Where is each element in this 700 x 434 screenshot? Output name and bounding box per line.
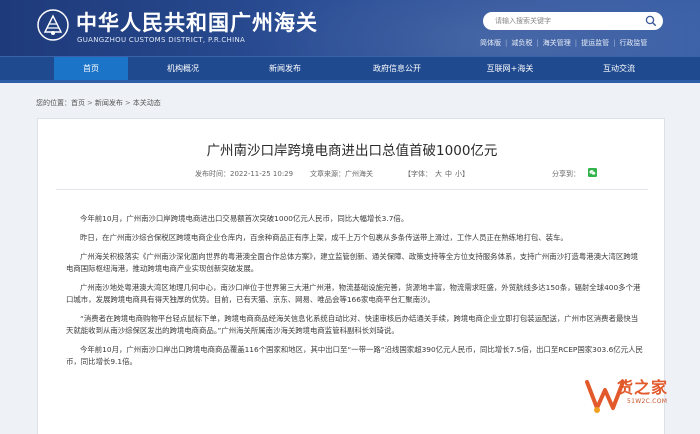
article-source: 文章来源：广州海关 bbox=[310, 170, 373, 178]
breadcrumb-local-news[interactable]: 本关动态 bbox=[133, 99, 161, 107]
quick-link-customs-management[interactable]: 海关管理 bbox=[543, 39, 571, 47]
search-icon[interactable] bbox=[645, 15, 657, 27]
article-paragraph: 今年前10月，广州南沙口岸出口跨境电商商品覆盖116个国家和地区，其中出口至“一… bbox=[66, 345, 643, 366]
font-size-medium[interactable]: 中 bbox=[445, 170, 452, 178]
font-size-small[interactable]: 小 bbox=[455, 170, 462, 178]
font-size-label: 【字体： bbox=[404, 170, 432, 178]
share-label: 分享到： bbox=[552, 170, 580, 178]
font-size-switcher: 【字体：大中小】 bbox=[404, 169, 469, 179]
site-header: 中华人民共和国广州海关 GUANGZHOU CUSTOMS DISTRICT, … bbox=[0, 0, 700, 56]
site-subtitle: GUANGZHOU CUSTOMS DISTRICT, P.R.CHINA bbox=[77, 36, 246, 44]
search-box bbox=[483, 12, 663, 30]
article-paragraph: 今年前10月，广州南沙口岸跨境电商进出口交易额首次突破1000亿元人民币，同比大… bbox=[80, 214, 409, 223]
nav-item-news[interactable]: 新闻发布 bbox=[248, 57, 322, 81]
nav-item-home[interactable]: 首页 bbox=[54, 57, 128, 81]
meta-divider bbox=[56, 189, 648, 190]
font-size-close: 】 bbox=[462, 170, 469, 178]
article-body: 今年前10月，广州南沙口岸跨境电商进出口交易额首次突破1000亿元人民币，同比大… bbox=[66, 213, 644, 375]
watermark-text: 货之家 bbox=[617, 378, 669, 397]
article-paragraph: 广州南沙地处粤港澳大湾区地理几何中心，南沙口岸位于世界第三大港广州港，物流基础设… bbox=[66, 283, 641, 304]
customs-emblem-icon bbox=[37, 9, 69, 41]
search-input[interactable] bbox=[495, 14, 635, 28]
nav-item-interaction[interactable]: 互动交流 bbox=[582, 57, 656, 81]
breadcrumb-news[interactable]: 新闻发布 bbox=[95, 99, 123, 107]
nav-item-organization[interactable]: 机构概况 bbox=[146, 57, 220, 81]
article-meta: 发布时间：2022-11-25 10:29 文章来源：广州海关 【字体：大中小】… bbox=[38, 168, 666, 183]
nav-divider bbox=[0, 80, 700, 83]
font-size-large[interactable]: 大 bbox=[435, 170, 442, 178]
nav-item-gov-info[interactable]: 政府信息公开 bbox=[357, 57, 437, 81]
article-paragraph: “消费者在跨境电商购物平台轻点鼠标下单，跨境电商商品经海关信息化系统自动比对、快… bbox=[66, 314, 639, 335]
nav-item-internet-customs[interactable]: 互联网+海关 bbox=[473, 57, 547, 81]
publish-time: 发布时间：2022-11-25 10:29 bbox=[195, 170, 294, 178]
site-title: 中华人民共和国广州海关 bbox=[76, 10, 318, 35]
wechat-share-icon[interactable] bbox=[588, 168, 597, 177]
article-title: 广州南沙口岸跨境电商进出口总值首破1000亿元 bbox=[206, 143, 498, 159]
article-paragraph: 广州海关积极落实《广州南沙深化面向世界的粤港澳全面合作总体方案》，建立监管创新、… bbox=[66, 252, 638, 273]
quick-links: 简体版 | 减负税 | 海关管理 | 提运监管 | 行政监管 bbox=[480, 39, 648, 47]
breadcrumb-prefix: 您的位置： bbox=[36, 99, 71, 107]
quick-link-tax-reduction[interactable]: 减负税 bbox=[511, 39, 532, 47]
article-panel: 广州南沙口岸跨境电商进出口总值首破1000亿元 发布时间：2022-11-25 … bbox=[37, 118, 665, 434]
main-nav: 首页 机构概况 新闻发布 政府信息公开 互联网+海关 互动交流 bbox=[0, 56, 700, 81]
article-paragraph: 昨日，在广州南沙综合保税区跨境电商企业仓库内，百余种商品正有序上架，成千上万个包… bbox=[80, 233, 568, 242]
quick-link-admin-supervision[interactable]: 行政监管 bbox=[619, 39, 647, 47]
breadcrumb: 您的位置：首页 > 新闻发布 > 本关动态 bbox=[36, 99, 161, 107]
quick-link-shipping-supervision[interactable]: 提运监管 bbox=[581, 39, 609, 47]
quick-link-simplified[interactable]: 简体版 bbox=[480, 39, 501, 47]
watermark-url: 51W2C.COM bbox=[627, 398, 668, 405]
breadcrumb-home[interactable]: 首页 bbox=[71, 99, 85, 107]
